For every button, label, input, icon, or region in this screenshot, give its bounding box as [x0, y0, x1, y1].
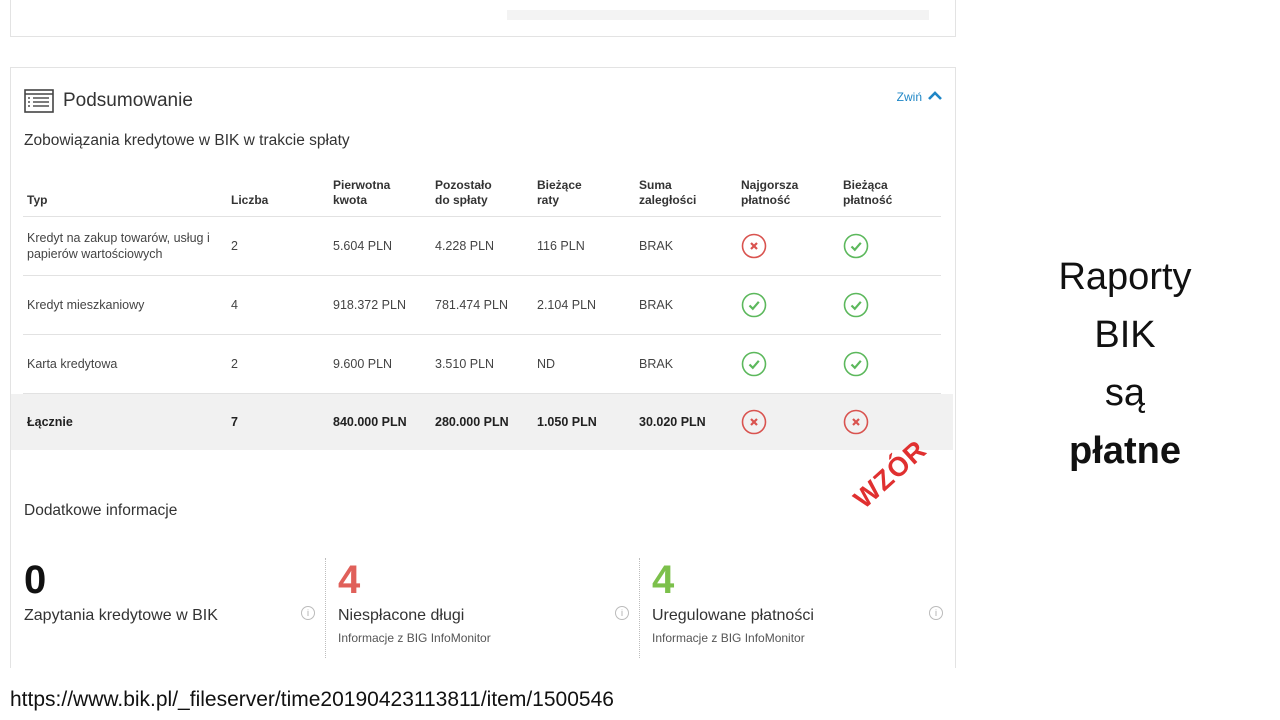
cell-count: 7	[231, 415, 238, 429]
cell-arrears: 30.020 PLN	[639, 415, 706, 429]
info-icon[interactable]: i	[615, 606, 629, 620]
cell-arrears: BRAK	[639, 357, 674, 371]
status-bad	[843, 409, 941, 435]
table-row: Kredyt na zakup towarów, usług i papieró…	[23, 217, 941, 276]
previous-card	[10, 0, 956, 37]
divider	[325, 558, 326, 658]
stat-settled-payments: 4 Uregulowane płatności Informacje z BIG…	[652, 558, 952, 658]
document-list-icon	[24, 89, 54, 113]
column-header: Najgorsza płatność	[741, 178, 799, 207]
stat-source: Informacje z BIG InfoMonitor	[652, 631, 805, 645]
stat-source: Informacje z BIG InfoMonitor	[338, 631, 491, 645]
cell-original: 840.000 PLN	[333, 415, 407, 429]
status-good	[741, 351, 839, 377]
section-title-additional: Dodatkowe informacje	[24, 502, 178, 519]
cell-type: Kredyt mieszkaniowy	[27, 298, 145, 312]
stat-label: Niespłacone długi	[338, 607, 465, 624]
cell-current-payment	[839, 351, 941, 377]
cell-remaining: 781.474 PLN	[435, 298, 508, 312]
card-title: Podsumowanie	[63, 90, 193, 111]
status-bad	[741, 233, 839, 259]
table-row: Karta kredytowa 2 9.600 PLN 3.510 PLN ND…	[23, 335, 941, 394]
check-circle-icon	[741, 292, 767, 318]
cell-worst-payment	[737, 409, 839, 435]
column-header: Bieżące raty	[537, 178, 582, 207]
x-circle-icon	[843, 409, 869, 435]
slide-caption: Raporty BIK są płatne	[1020, 248, 1230, 480]
cell-worst-payment	[737, 351, 839, 377]
column-header: Liczba	[231, 193, 269, 207]
cell-type: Karta kredytowa	[27, 357, 118, 371]
check-circle-icon	[843, 292, 869, 318]
caption-line: są	[1104, 372, 1146, 414]
cell-worst-payment	[737, 233, 839, 259]
section-title-credits: Zobowiązania kredytowe w BIK w trakcie s…	[24, 132, 350, 149]
cell-original: 5.604 PLN	[333, 239, 393, 253]
stat-credit-inquiries: 0 Zapytania kredytowe w BIK	[24, 558, 324, 658]
cell-original: 9.600 PLN	[333, 357, 393, 371]
summary-card: Podsumowanie Zwiń Zobowiązania kredytowe…	[10, 67, 956, 668]
column-header: Typ	[27, 193, 48, 207]
stat-label: Zapytania kredytowe w BIK	[24, 607, 218, 624]
cell-current-payment	[839, 233, 941, 259]
status-good	[843, 351, 941, 377]
status-good	[843, 233, 941, 259]
x-circle-icon	[741, 409, 767, 435]
cell-installments: 116 PLN	[537, 239, 585, 253]
column-header: Pozostało do spłaty	[435, 178, 492, 207]
cell-installments: 2.104 PLN	[537, 298, 597, 312]
cell-arrears: BRAK	[639, 239, 674, 253]
x-circle-icon	[741, 233, 767, 259]
stat-label: Uregulowane płatności	[652, 607, 814, 624]
info-icon[interactable]: i	[929, 606, 943, 620]
stat-value: 0	[24, 558, 47, 602]
cell-count: 2	[231, 357, 238, 371]
cell-current-payment	[839, 292, 941, 318]
placeholder-bar	[507, 10, 929, 20]
card-header: Podsumowanie	[24, 88, 193, 114]
cell-remaining: 4.228 PLN	[435, 239, 495, 253]
status-good	[843, 292, 941, 318]
stat-value: 4	[652, 558, 675, 602]
table-total-row: Łącznie 7 840.000 PLN 280.000 PLN 1.050 …	[11, 394, 953, 450]
status-bad	[741, 409, 839, 435]
caption-line: Raporty	[1058, 256, 1192, 298]
cell-type: Łącznie	[27, 415, 73, 429]
collapse-label[interactable]: Zwiń	[897, 90, 922, 104]
column-header: Suma zaległości	[639, 178, 697, 207]
cell-arrears: BRAK	[639, 298, 674, 312]
caption-line: BIK	[1094, 314, 1156, 356]
stats-panel: 0 Zapytania kredytowe w BIK i 4 Niespłac…	[11, 558, 955, 668]
cell-worst-payment	[737, 292, 839, 318]
cell-remaining: 3.510 PLN	[435, 357, 495, 371]
cell-original: 918.372 PLN	[333, 298, 406, 312]
cell-current-payment	[839, 409, 941, 435]
stat-unpaid-debts: 4 Niespłacone długi Informacje z BIG Inf…	[338, 558, 638, 658]
cell-type: Kredyt na zakup towarów, usług i papieró…	[27, 231, 210, 261]
cell-remaining: 280.000 PLN	[435, 415, 509, 429]
status-good	[741, 292, 839, 318]
check-circle-icon	[843, 351, 869, 377]
credits-table: Typ Liczba Pierwotna kwota Pozostało do …	[11, 168, 953, 450]
table-row: Kredyt mieszkaniowy 4 918.372 PLN 781.47…	[23, 276, 941, 335]
cell-count: 4	[231, 298, 238, 312]
source-url: https://www.bik.pl/_fileserver/time20190…	[10, 688, 614, 711]
stat-value: 4	[338, 558, 361, 602]
chevron-up-icon[interactable]	[922, 90, 943, 104]
info-icon[interactable]: i	[301, 606, 315, 620]
divider	[639, 558, 640, 658]
caption-line-bold: płatne	[1069, 430, 1181, 472]
check-circle-icon	[741, 351, 767, 377]
column-header: Bieżąca płatność	[843, 178, 893, 207]
table-header-row: Typ Liczba Pierwotna kwota Pozostało do …	[23, 168, 941, 217]
cell-installments: 1.050 PLN	[537, 415, 597, 429]
cell-installments: ND	[537, 357, 556, 371]
cell-count: 2	[231, 239, 238, 253]
collapse-button[interactable]: Zwiń	[897, 90, 943, 104]
column-header: Pierwotna kwota	[333, 178, 391, 207]
check-circle-icon	[843, 233, 869, 259]
